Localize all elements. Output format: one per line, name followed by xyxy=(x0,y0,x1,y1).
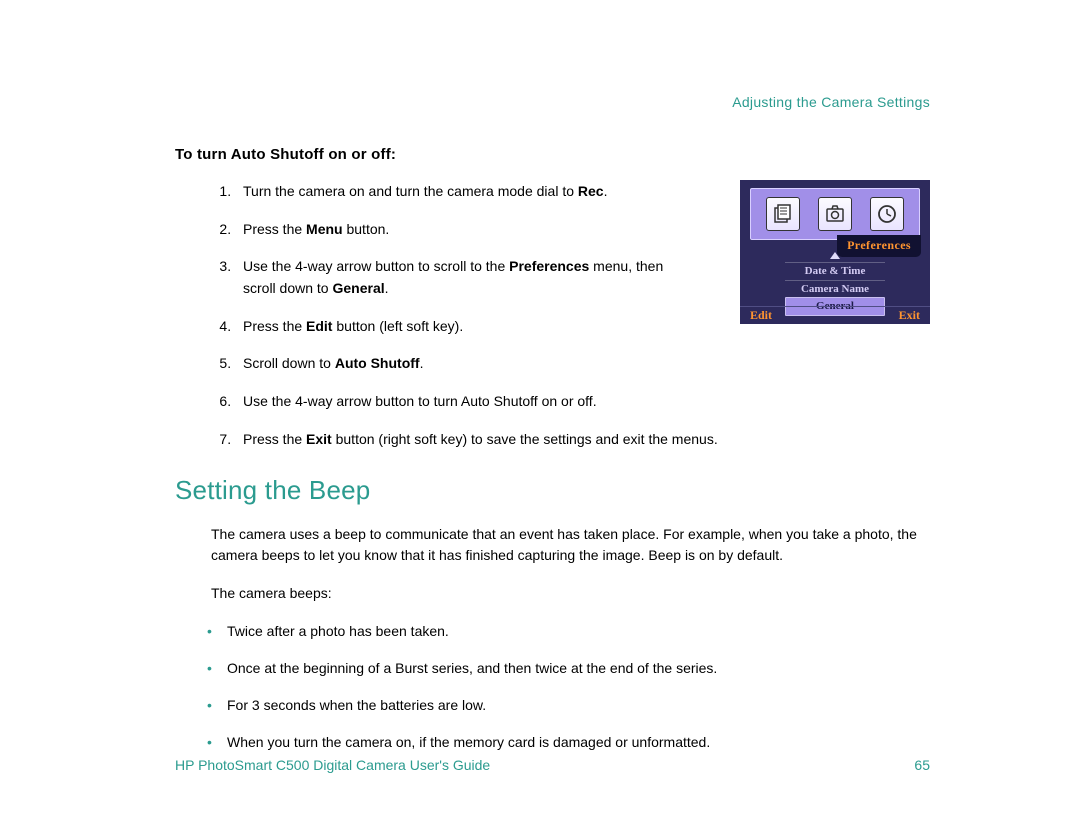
running-header: Adjusting the Camera Settings xyxy=(732,94,930,110)
lcd-up-arrow-icon xyxy=(830,252,840,259)
page-footer: HP PhotoSmart C500 Digital Camera User's… xyxy=(175,757,930,773)
steps-list-1: Turn the camera on and turn the camera m… xyxy=(175,181,695,375)
bullet-4: When you turn the camera on, if the memo… xyxy=(227,732,895,753)
lcd-softkey-right: Exit xyxy=(899,308,920,323)
camera-lcd-figure: Preferences Date & Time Camera Name Gene… xyxy=(740,180,930,324)
step-6: Use the 4-way arrow button to turn Auto … xyxy=(235,391,895,413)
beep-bullets: Twice after a photo has been taken. Once… xyxy=(175,621,895,753)
lcd-menu-item-cameraname: Camera Name xyxy=(785,280,885,298)
beep-paragraph-1: The camera uses a beep to communicate th… xyxy=(211,524,931,567)
step-1: Turn the camera on and turn the camera m… xyxy=(235,181,695,203)
bullet-3: For 3 seconds when the batteries are low… xyxy=(227,695,895,716)
beep-paragraph-2: The camera beeps: xyxy=(211,583,931,605)
footer-title: HP PhotoSmart C500 Digital Camera User's… xyxy=(175,757,490,773)
lcd-icon-files xyxy=(766,197,800,231)
bullet-1: Twice after a photo has been taken. xyxy=(227,621,895,642)
lcd-icon-clock xyxy=(870,197,904,231)
lcd-softkey-left: Edit xyxy=(750,308,772,323)
bullet-2: Once at the beginning of a Burst series,… xyxy=(227,658,895,679)
lcd-tab-preferences: Preferences xyxy=(837,235,921,257)
lcd-screen: Preferences Date & Time Camera Name Gene… xyxy=(740,180,930,324)
steps-list-2: Use the 4-way arrow button to turn Auto … xyxy=(175,391,895,450)
step-7: Press the Exit button (right soft key) t… xyxy=(235,429,895,451)
lcd-icon-camera xyxy=(818,197,852,231)
step-3: Use the 4-way arrow button to scroll to … xyxy=(235,256,695,299)
step-4: Press the Edit button (left soft key). xyxy=(235,316,695,338)
lcd-icon-bar xyxy=(750,188,920,240)
heading-setting-the-beep: Setting the Beep xyxy=(175,475,930,506)
footer-page-number: 65 xyxy=(914,757,930,773)
step-5: Scroll down to Auto Shutoff. xyxy=(235,353,695,375)
step-2: Press the Menu button. xyxy=(235,219,695,241)
lcd-menu-item-datetime: Date & Time xyxy=(785,262,885,280)
lcd-softkeys: Edit Exit xyxy=(740,306,930,324)
subheading-auto-shutoff: To turn Auto Shutoff on or off: xyxy=(175,146,930,163)
